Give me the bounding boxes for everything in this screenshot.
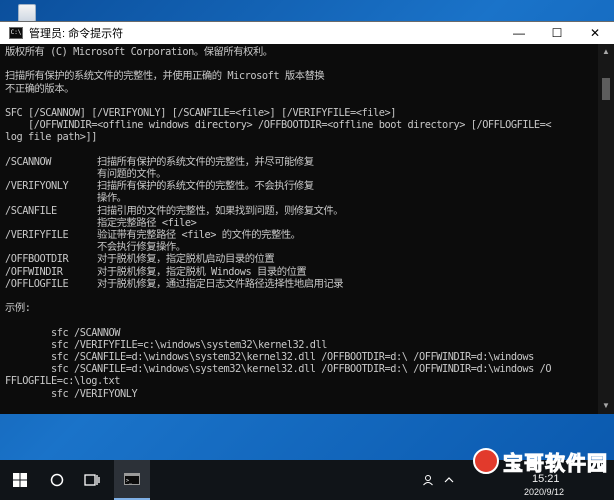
console-line: /OFFLOGFILE 对于脱机修复，通过指定日志文件路径选择性地启用记录 <box>5 277 344 290</box>
console-line: 不会执行修复操作。 <box>5 241 186 254</box>
console-line: sfc /VERIFYONLY <box>5 387 138 400</box>
people-icon[interactable] <box>418 460 438 500</box>
cmd-taskbar-icon: >_ <box>124 473 140 485</box>
scroll-thumb[interactable] <box>602 78 610 100</box>
watermark-text: 宝哥软件园 <box>503 450 608 475</box>
maximize-button[interactable]: ☐ <box>538 22 576 44</box>
console-line: /VERIFYONLY 扫描所有保护的系统文件的完整性。不会执行修复 <box>5 180 314 193</box>
console-line: sfc /SCANFILE=d:\windows\system32\kernel… <box>5 363 552 376</box>
console-line: sfc /SCANNOW <box>5 326 120 339</box>
console-line: [/OFFWINDIR=<offline windows directory> … <box>5 119 552 132</box>
window-title: 管理员: 命令提示符 <box>29 28 124 40</box>
scroll-up-icon[interactable]: ▲ <box>598 44 614 60</box>
console-line: 指定完整路径 <file> <box>5 216 197 229</box>
cmd-app-icon: C:\ <box>9 27 23 39</box>
console-line: 有问题的文件。 <box>5 168 166 180</box>
title-bar[interactable]: C:\ 管理员: 命令提示符 — ☐ ✕ <box>0 22 614 44</box>
vertical-scrollbar[interactable]: ▲ ▼ <box>598 44 614 414</box>
console-line: /SCANNOW 扫描所有保护的系统文件的完整性，并尽可能修复 <box>5 155 314 168</box>
console-line: 版权所有 (C) Microsoft Corporation。保留所有权利。 <box>5 46 273 58</box>
console-line: /OFFBOOTDIR 对于脱机修复，指定脱机启动目录的位置 <box>5 253 275 266</box>
console-line: 扫描所有保护的系统文件的完整性，并使用正确的 Microsoft 版本替换 <box>5 70 325 83</box>
taskbar-cmd-button[interactable]: >_ <box>114 460 150 500</box>
task-view-button[interactable] <box>74 460 110 500</box>
close-button[interactable]: ✕ <box>576 22 614 44</box>
console-line: 操作。 <box>5 192 127 205</box>
search-circle-icon <box>50 473 64 487</box>
console-line: /SCANFILE 扫描引用的文件的完整性，如果找到问题，则修复文件。 <box>5 204 344 217</box>
minimize-button[interactable]: — <box>500 22 538 44</box>
recycle-bin-glyph <box>18 4 36 22</box>
scroll-down-icon[interactable]: ▼ <box>598 398 614 414</box>
console-line: 不正确的版本。 <box>5 82 74 95</box>
windows-logo-icon <box>13 473 27 487</box>
cmd-app-icon-text: C:\ <box>10 29 22 36</box>
search-button[interactable] <box>40 460 74 500</box>
console-line: /VERIFYFILE 验证带有完整路径 <file> 的文件的完整性。 <box>5 229 301 241</box>
cmd-window: C:\ 管理员: 命令提示符 — ☐ ✕ 版权所有 (C) Microsoft … <box>0 21 614 414</box>
console-line: sfc /SCANFILE=d:\windows\system32\kernel… <box>5 351 534 363</box>
console-output[interactable]: 版权所有 (C) Microsoft Corporation。保留所有权利。扫描… <box>0 44 598 414</box>
task-view-icon <box>84 474 100 486</box>
watermark-badge-icon <box>473 448 499 474</box>
watermark-logo: 宝哥软件园 <box>473 446 608 476</box>
console-line: log file path>]] <box>5 131 97 144</box>
console-line: sfc /VERIFYFILE=c:\windows\system32\kern… <box>5 338 327 351</box>
clock-date[interactable]: 2020/9/12 <box>524 487 564 497</box>
people-glyph-icon <box>423 475 433 486</box>
chevron-up-icon[interactable] <box>440 460 458 500</box>
console-line: 示例: <box>5 302 31 315</box>
console-line: /OFFWINDIR 对于脱机修复，指定脱机 Windows 目录的位置 <box>5 265 307 278</box>
svg-text:>_: >_ <box>126 478 133 484</box>
chevron-up-glyph-icon <box>444 477 454 483</box>
console-line: SFC [/SCANNOW] [/VERIFYONLY] [/SCANFILE=… <box>5 107 396 119</box>
start-button[interactable] <box>0 460 40 500</box>
console-line: FFLOGFILE=c:\log.txt <box>5 375 120 388</box>
